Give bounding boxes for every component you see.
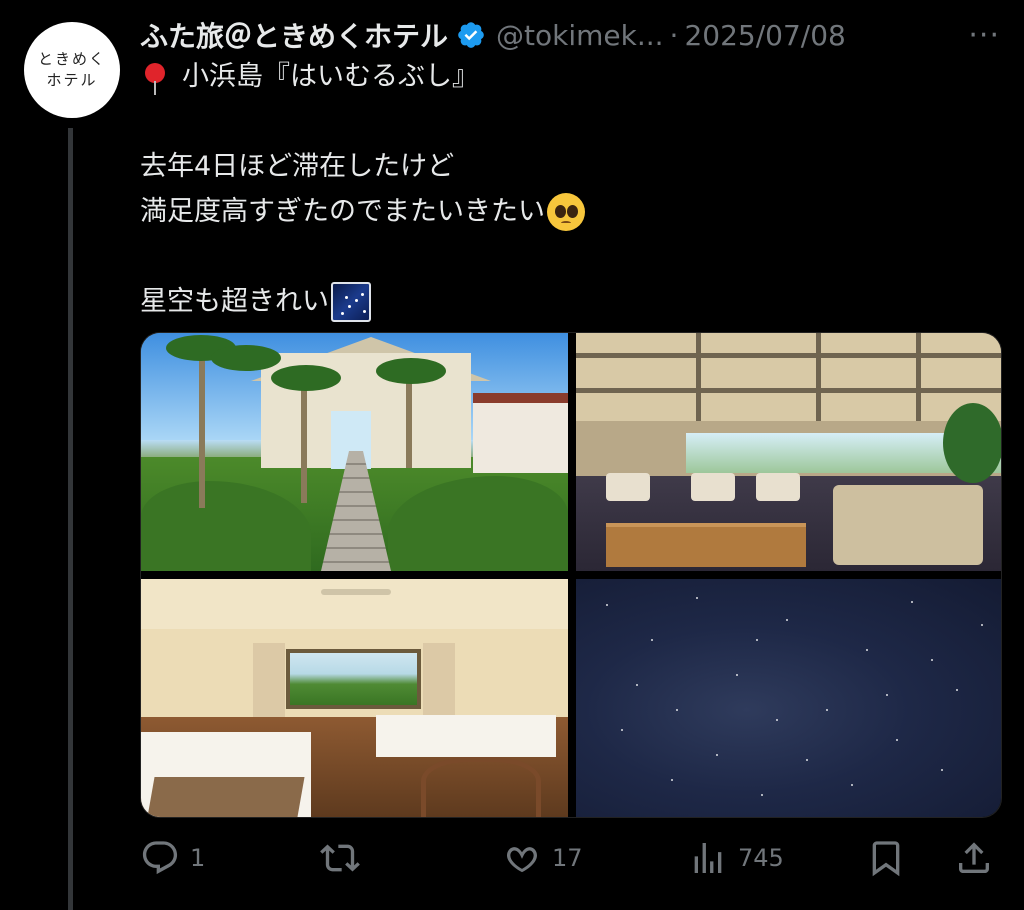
reply-icon bbox=[142, 841, 178, 875]
share-button[interactable] bbox=[954, 834, 994, 882]
hotel-bedroom-photo[interactable] bbox=[141, 579, 568, 817]
avatar-text-line1: ときめく bbox=[37, 50, 106, 68]
tweet-text-line3: 満足度高すぎたのでまたいきたい bbox=[140, 196, 545, 227]
tweet-text-line2: 去年4日ほど滞在したけど bbox=[140, 151, 455, 182]
tweet-text-line4: 星空も超きれい bbox=[140, 286, 329, 317]
user-handle[interactable]: @tokimek... bbox=[496, 19, 664, 52]
tweet-text-line: 満足度高すぎたのでまたいきたい bbox=[140, 189, 1000, 234]
share-icon bbox=[959, 842, 989, 873]
views-chart-icon bbox=[694, 843, 722, 873]
reply-count: 1 bbox=[190, 844, 206, 872]
bookmark-button[interactable] bbox=[866, 834, 906, 882]
tweet-text: 小浜島『はいむるぶし』 去年4日ほど滞在したけど 満足度高すぎたのでまたいきたい… bbox=[140, 54, 1000, 324]
round-pushpin-icon bbox=[140, 59, 170, 95]
tweet-text-line1: 小浜島『はいむるぶし』 bbox=[182, 61, 479, 92]
media-grid bbox=[140, 332, 1002, 818]
reply-button[interactable]: 1 bbox=[140, 834, 205, 882]
tweet-text-line: 小浜島『はいむるぶし』 bbox=[140, 54, 1000, 99]
views-button[interactable]: 745 bbox=[688, 834, 784, 882]
tweet-text-line: 去年4日ほど滞在したけど bbox=[140, 144, 1000, 189]
retweet-button[interactable] bbox=[320, 834, 370, 882]
avatar[interactable]: ときめく ホテル bbox=[24, 22, 120, 118]
thread-line bbox=[68, 128, 73, 910]
verified-badge-icon[interactable] bbox=[456, 20, 486, 50]
hotel-lobby-photo[interactable] bbox=[576, 333, 1001, 571]
like-count: 17 bbox=[552, 844, 583, 872]
tweet-header: ふた旅＠ときめくホテル @tokimek... · 2025/07/08 ··· bbox=[140, 14, 1010, 56]
tweet-actions: 1 17 745 bbox=[140, 834, 1002, 882]
milky-way-icon bbox=[331, 281, 371, 322]
heart-icon bbox=[507, 847, 537, 873]
retweet-icon bbox=[320, 844, 360, 872]
more-options-icon[interactable]: ··· bbox=[968, 18, 1000, 53]
pleading-face-icon bbox=[547, 192, 585, 231]
bookmark-icon bbox=[872, 841, 900, 877]
garden-path-photo[interactable] bbox=[141, 333, 568, 571]
header-separator: · bbox=[669, 18, 679, 52]
views-count: 745 bbox=[738, 844, 784, 872]
like-button[interactable]: 17 bbox=[502, 834, 583, 882]
display-name[interactable]: ふた旅＠ときめくホテル bbox=[140, 15, 448, 55]
tweet-text-line: 星空も超きれい bbox=[140, 279, 1000, 324]
tweet-date[interactable]: 2025/07/08 bbox=[684, 19, 845, 52]
starry-sky-photo[interactable] bbox=[576, 579, 1001, 817]
avatar-text-line2: ホテル bbox=[46, 71, 98, 89]
